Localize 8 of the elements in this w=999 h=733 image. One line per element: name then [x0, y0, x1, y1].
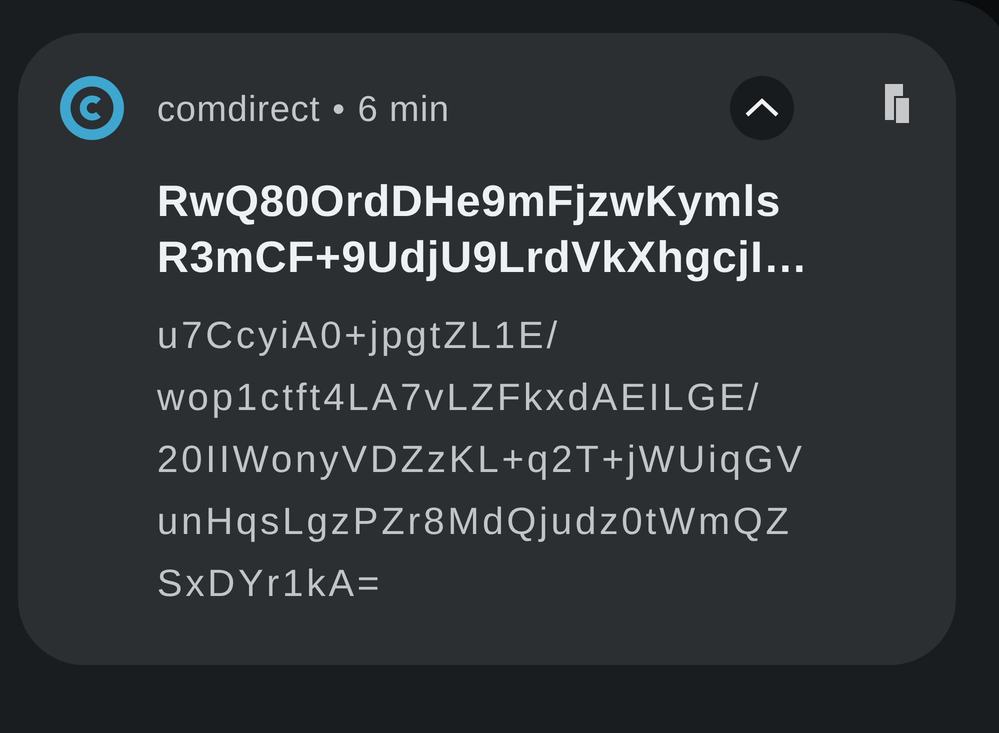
app-name: comdirect [157, 88, 320, 130]
logo-icon [60, 76, 124, 140]
chevron-up-icon [745, 98, 779, 118]
time-label: 6 min [358, 88, 450, 130]
separator-dot: • [332, 88, 346, 130]
notification-title: RwQ80OrdDHe9mFjzwKymls R3mCF+9UdjU9LrdVkXhgcjI… [157, 176, 808, 284]
stacked-rectangles-icon [885, 84, 911, 124]
notification-body: u7CcyiA0+jpgtZL1E/ wop1ctft4LA7vLZFkxdAEILGE/ 20IIWonyVDZzKL+q2T+jWUiqGV unHqsLgzPZr8MdQjudz0tWmQZ SxDYr1kA= [157, 314, 806, 607]
